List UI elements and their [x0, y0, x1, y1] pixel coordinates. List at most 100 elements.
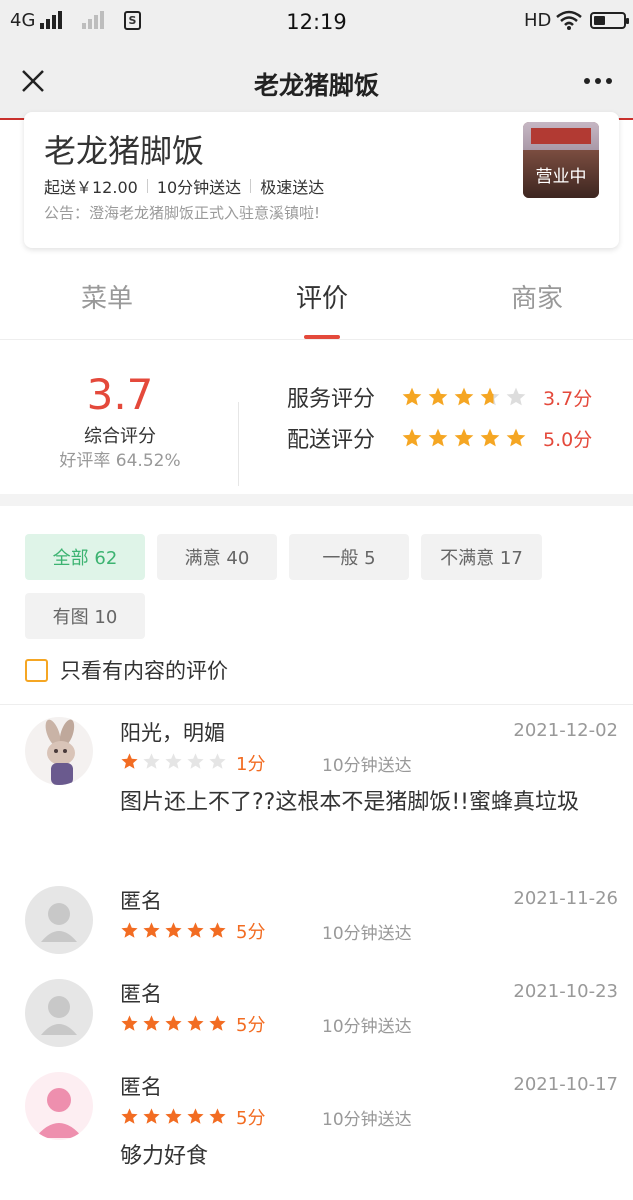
review-item: 匿名 2021-10-17 5分 10分钟送达 够力好食: [0, 1066, 633, 1186]
min-order: 起送￥12.00: [44, 178, 138, 197]
shop-notice: 公告：澄海老龙猪脚饭正式入驻意溪镇啦!: [44, 204, 321, 222]
star-icon: [208, 921, 227, 940]
review-stars: [120, 921, 227, 940]
star-icon: [401, 427, 423, 449]
review-date: 2021-10-17: [513, 1074, 618, 1095]
review-delivery: 10分钟送达: [322, 924, 412, 944]
star-icon: [208, 1107, 227, 1126]
star-icon: [505, 427, 527, 449]
review-stars: [120, 1014, 227, 1033]
delivery-type: 极速送达: [260, 178, 325, 197]
star-icon: [186, 1014, 205, 1033]
review-date: 2021-11-26: [513, 888, 618, 909]
reviewer-name: 匿名: [120, 982, 162, 1006]
review-score: 1分: [236, 754, 266, 775]
star-icon: [142, 1107, 161, 1126]
star-icon: [479, 427, 501, 449]
nav-bar: 老龙猪脚饭: [0, 44, 633, 120]
shop-card: 老龙猪脚饭 起送￥12.00 10分钟送达 极速送达 公告：澄海老龙猪脚饭正式入…: [24, 112, 619, 248]
shop-image: 营业中: [523, 122, 599, 198]
filter-unsatisfied[interactable]: 不满意 17: [421, 534, 542, 580]
delivery-rating-row: 配送评分 5.0分: [287, 423, 592, 453]
star-icon: [120, 752, 139, 771]
star-icon: [453, 427, 475, 449]
review-item: 匿名 2021-10-23 5分 10分钟送达: [0, 973, 633, 1053]
star-icon: [164, 1014, 183, 1033]
reviewer-name: 阳光，明媚: [120, 721, 225, 745]
star-icon: [164, 752, 183, 771]
wifi-icon: [556, 10, 582, 30]
shop-meta: 起送￥12.00 10分钟送达 极速送达: [44, 174, 324, 198]
reviewer-avatar: [25, 979, 93, 1047]
review-item: 匿名 2021-11-26 5分 10分钟送达: [0, 880, 633, 960]
status-bar: 4G S 12:19 HD: [0, 0, 633, 44]
shop-status: 营业中: [535, 167, 587, 187]
star-icon: [505, 386, 527, 408]
only-content-toggle[interactable]: 只看有内容的评价: [25, 655, 228, 685]
divider: [0, 704, 633, 705]
star-icon: [479, 386, 501, 408]
star-icon: [120, 1014, 139, 1033]
active-tab-indicator: [304, 335, 340, 339]
section-gap: [0, 494, 633, 506]
star-icon: [208, 752, 227, 771]
page-title: 老龙猪脚饭: [253, 71, 379, 100]
only-content-label: 只看有内容的评价: [60, 659, 228, 683]
filter-satisfied[interactable]: 满意 40: [157, 534, 277, 580]
star-icon: [120, 1107, 139, 1126]
review-stars: [120, 1107, 227, 1126]
star-icon: [427, 386, 449, 408]
reviewer-name: 匿名: [120, 1075, 162, 1099]
star-icon: [164, 921, 183, 940]
service-stars: [401, 386, 527, 408]
reviewer-avatar: [25, 1072, 93, 1140]
star-icon: [186, 921, 205, 940]
positive-rate: 好评率 64.52%: [59, 451, 181, 471]
reviewer-avatar: [25, 886, 93, 954]
review-delivery: 10分钟送达: [322, 1110, 412, 1130]
star-icon: [208, 1014, 227, 1033]
service-rating-value: 3.7分: [543, 387, 593, 410]
filter-with-photos[interactable]: 有图 10: [25, 593, 145, 639]
delivery-time: 10分钟送达: [156, 178, 242, 197]
score-panel: 3.7 综合评分 好评率 64.52% 服务评分 3.7分 配送评分 5.0分: [0, 340, 633, 496]
tab-reviews[interactable]: 评价: [252, 278, 392, 315]
more-icon[interactable]: [578, 66, 618, 96]
review-stars: [120, 752, 227, 771]
star-icon: [186, 752, 205, 771]
shop-name: 老龙猪脚饭: [44, 132, 205, 170]
battery-icon: [590, 12, 629, 29]
delivery-rating-value: 5.0分: [543, 428, 593, 451]
hd-label: HD: [524, 10, 552, 31]
review-score: 5分: [236, 1108, 266, 1129]
tab-menu[interactable]: 菜单: [37, 278, 177, 315]
reviewer-avatar: [25, 717, 93, 785]
review-delivery: 10分钟送达: [322, 756, 412, 776]
review-item: 阳光，明媚 2021-12-02 1分 10分钟送达 图片还上不了??这根本不是…: [0, 712, 633, 872]
star-icon: [427, 427, 449, 449]
overall-score-label: 综合评分: [84, 426, 156, 447]
filter-all[interactable]: 全部 62: [25, 534, 145, 580]
star-icon: [453, 386, 475, 408]
filter-average[interactable]: 一般 5: [289, 534, 409, 580]
tab-merchant[interactable]: 商家: [467, 278, 607, 315]
review-text: 图片还上不了??这根本不是猪脚饭!!蜜蜂真垃圾: [120, 790, 579, 815]
review-date: 2021-12-02: [513, 720, 618, 741]
service-rating-row: 服务评分 3.7分: [287, 382, 592, 412]
review-score: 5分: [236, 1015, 266, 1036]
reviewer-name: 匿名: [120, 889, 162, 913]
delivery-rating-label: 配送评分: [287, 428, 376, 453]
star-icon: [120, 921, 139, 940]
review-delivery: 10分钟送达: [322, 1017, 412, 1037]
only-content-checkbox[interactable]: [25, 658, 48, 682]
delivery-stars: [401, 427, 527, 449]
service-rating-label: 服务评分: [287, 387, 376, 412]
star-icon: [142, 752, 161, 771]
review-text: 够力好食: [120, 1144, 209, 1169]
review-score: 5分: [236, 922, 266, 943]
star-icon: [186, 1107, 205, 1126]
star-icon: [142, 921, 161, 940]
review-date: 2021-10-23: [513, 981, 618, 1002]
star-icon: [401, 386, 423, 408]
star-icon: [164, 1107, 183, 1126]
